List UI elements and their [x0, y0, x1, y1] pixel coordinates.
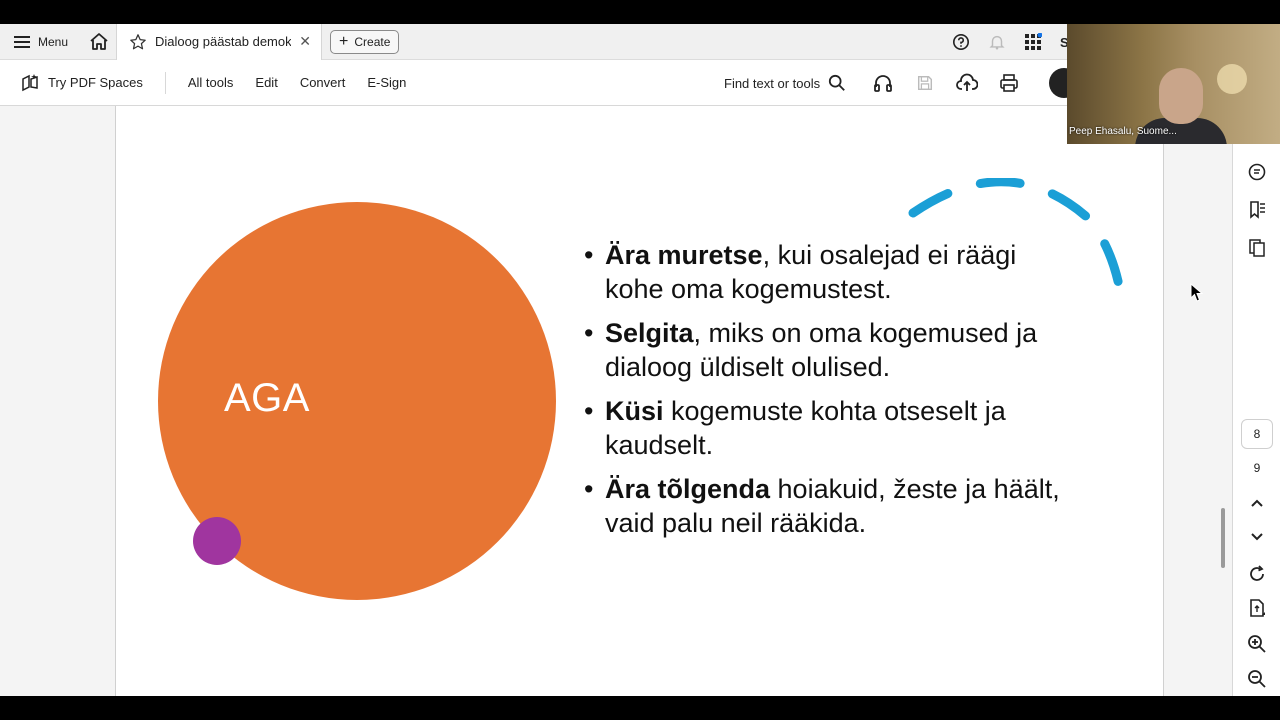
find-tools-button[interactable]: Find text or tools [724, 74, 846, 92]
menu-button[interactable]: Menu [0, 24, 82, 59]
pdf-spaces-icon [22, 73, 38, 91]
print-button[interactable] [998, 72, 1020, 94]
right-rail: 8 9 [1232, 106, 1280, 696]
notifications-icon[interactable] [988, 33, 1006, 51]
purple-dot [193, 517, 241, 565]
vertical-scrollbar[interactable] [1221, 508, 1225, 568]
pages-icon[interactable] [1245, 236, 1269, 260]
next-page-number[interactable]: 9 [1241, 456, 1273, 480]
zoom-out-icon[interactable] [1245, 667, 1269, 691]
read-aloud-button[interactable] [872, 72, 894, 94]
printer-icon [1000, 74, 1018, 92]
menu-label: Menu [38, 34, 69, 49]
participant-name: Peep Ehasalu, Suome... [1069, 126, 1177, 137]
video-participant-tile[interactable]: Peep Ehasalu, Suome... [1067, 24, 1280, 144]
search-icon [829, 74, 845, 91]
background-lamp [1217, 64, 1247, 94]
upload-button[interactable] [956, 72, 979, 94]
bookmark-icon[interactable] [1245, 198, 1269, 222]
hamburger-icon [14, 35, 30, 48]
bullet-item: Ära tõlgenda hoiakuid, žeste ja häält, v… [584, 472, 1064, 540]
apps-grid-icon[interactable] [1024, 33, 1042, 51]
headphones-icon [874, 75, 893, 92]
create-button[interactable]: + Create [330, 29, 400, 54]
comment-icon[interactable] [1245, 160, 1269, 184]
mouse-cursor-icon [1190, 283, 1204, 302]
close-tab-icon[interactable]: ✕ [299, 33, 311, 50]
plus-icon: + [339, 32, 349, 50]
participant-head [1159, 68, 1203, 124]
pdf-spaces-button[interactable]: Try PDF Spaces [0, 71, 166, 94]
create-label: Create [354, 34, 391, 49]
convert-link[interactable]: Convert [300, 75, 346, 90]
cloud-upload-icon [956, 73, 979, 91]
all-tools-link[interactable]: All tools [188, 75, 234, 90]
find-label: Find text or tools [724, 75, 821, 91]
zoom-in-icon[interactable] [1245, 632, 1269, 656]
bullet-item: Selgita, miks on oma kogemused ja dialoo… [584, 316, 1064, 384]
star-icon[interactable] [129, 33, 147, 51]
circle-label: AGA [224, 376, 310, 420]
edit-link[interactable]: Edit [255, 75, 277, 90]
save-button[interactable] [914, 72, 936, 94]
esign-link[interactable]: E-Sign [367, 75, 406, 90]
chevron-up-icon[interactable] [1245, 492, 1269, 516]
dashed-arc-decoration [908, 178, 1126, 301]
home-icon [90, 32, 108, 50]
rotate-icon[interactable] [1245, 562, 1269, 586]
home-button[interactable] [82, 24, 116, 59]
pdf-spaces-label: Try PDF Spaces [48, 75, 143, 90]
tab-title: Dialoog päästab demok... [155, 34, 292, 49]
bullet-item: Küsi kogemuste kohta otseselt ja kaudsel… [584, 394, 1064, 462]
current-page-indicator[interactable]: 8 [1241, 419, 1273, 449]
pdf-page: AGA Ära muretse, kui osalejad ei räägi k… [115, 106, 1164, 696]
save-icon [918, 75, 933, 91]
chevron-down-icon[interactable] [1245, 524, 1269, 548]
page-fit-icon[interactable] [1245, 596, 1269, 620]
document-tab[interactable]: Dialoog päästab demok... ✕ [116, 23, 323, 60]
top-letterbox [0, 0, 1280, 24]
help-icon[interactable] [952, 33, 970, 51]
bottom-letterbox [0, 696, 1280, 720]
